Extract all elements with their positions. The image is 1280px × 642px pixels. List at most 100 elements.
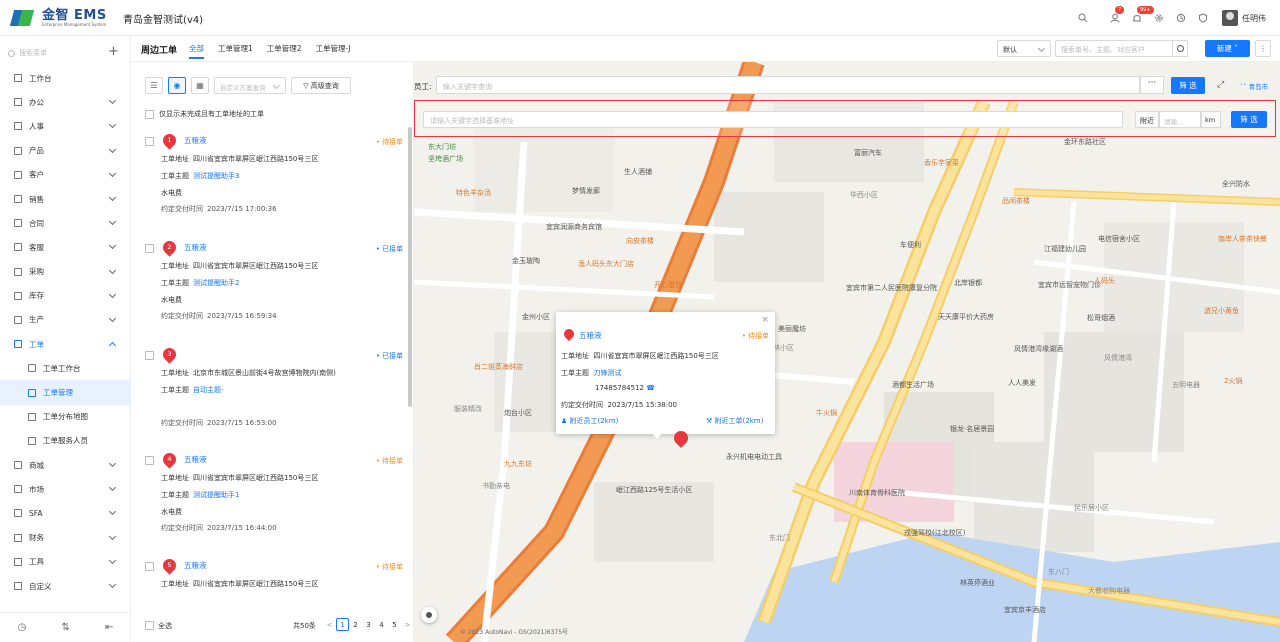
map-poi-label[interactable]: 风情港湾 (1104, 353, 1132, 363)
popup-customer-name[interactable]: 五粮液 (579, 330, 602, 341)
sidebar-item-workorder-staff[interactable]: 工单服务人员 (0, 429, 131, 453)
calendar-view-icon[interactable]: ▦ (191, 77, 209, 94)
next-page-button[interactable]: > (401, 618, 414, 631)
map-poi-label[interactable]: 东北门 (769, 533, 790, 543)
map-poi-label[interactable]: 华西小区 (850, 190, 878, 200)
tab-0[interactable]: 全部 (189, 43, 204, 59)
card-checkbox[interactable] (145, 456, 154, 465)
map-poi-label[interactable]: 金玉玻陶 (512, 256, 540, 266)
map-poi-label[interactable]: 酒都生活广场 (892, 380, 934, 390)
search-button[interactable] (1172, 40, 1188, 57)
tab-2[interactable]: 工单管理2 (267, 43, 302, 59)
logo[interactable]: 金智 EMS Enterprise Management System (9, 8, 107, 28)
page-4[interactable]: 4 (375, 618, 388, 631)
card-checkbox[interactable] (145, 244, 154, 253)
map-poi-label[interactable]: 坚垮酒广场 (428, 154, 463, 164)
map-poi-label[interactable]: 开心蛋饺 (654, 280, 682, 290)
sidebar-item-workorder[interactable]: 工单 (0, 332, 131, 356)
tune-icon[interactable]: ⇅ (61, 622, 69, 633)
employee-more-button[interactable]: ··· (1140, 76, 1164, 94)
order-search-input[interactable]: 搜索单号、主题、对应客户 (1055, 40, 1188, 57)
prev-page-button[interactable]: < (323, 618, 336, 631)
order-card[interactable]: 3 已接单工单地址北京市东城区景山前街4号故宫博物院内(南侧) 工单主题自动主题- 约… (131, 345, 407, 446)
sidebar-item-workbench[interactable]: 工作台 (0, 66, 131, 90)
sidebar-item-custom[interactable]: 自定义 (0, 574, 131, 598)
map-poi-label[interactable]: 透兄小黄鱼 (1204, 306, 1239, 316)
map-poi-label[interactable]: 肖二姐蒸海鲜店 (474, 362, 523, 372)
map-poi-label[interactable]: 书勤亲电 (482, 481, 510, 491)
map-poi-label[interactable]: 江福建幼儿园 (1044, 244, 1086, 254)
sort-select[interactable]: 默认 (997, 40, 1051, 57)
map-poi-label[interactable]: 永兴机电电动工具 (726, 452, 782, 462)
list-view-icon[interactable]: ☰ (145, 77, 163, 94)
map-poi-label[interactable]: 向皮茶楼 (626, 236, 654, 246)
map-poi-label[interactable]: 渔人码头东大门店 (578, 259, 634, 269)
map-poi-label[interactable]: 岷江西路125号生活小区 (616, 485, 692, 495)
advanced-query-button[interactable]: ▽ 高级查询 (291, 77, 351, 94)
page-2[interactable]: 2 (349, 618, 362, 631)
map-poi-label[interactable]: 南岸人茶茶快餐 (1218, 234, 1267, 244)
employee-input[interactable]: 输入关键字查询 (436, 76, 1140, 94)
map-poi-label[interactable]: 品闲茶楼 (1002, 196, 1030, 206)
sidebar-item-tools[interactable]: 工具 (0, 550, 131, 574)
locate-icon[interactable] (421, 607, 437, 623)
map-poi-label[interactable]: 东八门 (1048, 567, 1069, 577)
page-3[interactable]: 3 (362, 618, 375, 631)
sidebar-item-service[interactable]: 客服 (0, 235, 131, 259)
sidebar-item-sfa[interactable]: SFA (0, 501, 131, 525)
sidebar-item-hr[interactable]: 人事 (0, 114, 131, 138)
map-poi-label[interactable]: 富丽汽车 (854, 148, 882, 158)
close-icon[interactable]: × (761, 315, 769, 325)
sidebar-item-mall[interactable]: 商城 (0, 453, 131, 477)
customer-name[interactable]: 五粮液 (184, 454, 207, 465)
card-checkbox[interactable] (145, 351, 154, 360)
map-poi-label[interactable]: 风情港湾缘湖酒 (1014, 344, 1063, 354)
map-poi-label[interactable]: 天天康平价大药房 (938, 312, 994, 322)
popup-phone[interactable]: 17485784512 ☎ (595, 384, 655, 392)
menu-search-input[interactable]: 搜索菜单 (8, 46, 108, 60)
fullscreen-icon[interactable]: ⤢ (1217, 80, 1224, 90)
nearby-distance-input[interactable]: 请输... (1159, 111, 1201, 128)
page-1[interactable]: 1 (336, 618, 349, 631)
page-5[interactable]: 5 (388, 618, 401, 631)
nearby-orders-link[interactable]: ⚒ 附近工单(2km) (706, 416, 763, 426)
map-poi-label[interactable]: 美丽魔坊 (778, 324, 806, 334)
map-poi-label[interactable]: 戎强驾校(江北校区) (904, 528, 965, 538)
map-poi-label[interactable]: 2火锅 (1224, 376, 1242, 386)
sidebar-item-finance[interactable]: 财务 (0, 526, 131, 550)
contacts-icon[interactable]: 7 (1104, 6, 1126, 28)
map-poi-label[interactable]: 松哥烟酒 (1087, 313, 1115, 323)
sidebar-item-workorder-manage[interactable]: 工单管理 (0, 380, 131, 405)
sidebar-item-contract[interactable]: 合同 (0, 211, 131, 235)
map-area[interactable]: 东大门坊 坚垮酒广场 特色羊杂汤 梦情发廊 生人酒铺 富丽汽车 香乐芋家菜 华西小区 宜宾润源商… (414, 62, 1280, 642)
address-filter-button[interactable]: 筛 选 (1231, 111, 1267, 128)
order-card[interactable]: 4 五粮液 待接单工单地址四川省宜宾市翠屏区岷江西路150号三区工单主题测试提醒助手… (131, 450, 407, 551)
map-poi-label[interactable]: 五明电器 (1172, 380, 1200, 390)
map-poi-label[interactable]: 梦情发廊 (572, 186, 600, 196)
order-card[interactable]: 1 五粮液 待接单工单地址四川省宜宾市翠屏区岷江西路150号三区工单主题测试提醒助手… (131, 131, 407, 232)
order-card[interactable]: 2 五粮液 已接单工单地址四川省宜宾市翠屏区岷江西路150号三区工单主题测试提醒助手… (131, 238, 407, 339)
new-button[interactable]: 新建 ˅ (1205, 40, 1250, 57)
nearby-staff-link[interactable]: ♟ 附近员工(2km) (561, 416, 618, 426)
map-poi-label[interactable]: 林英停酒业 (960, 578, 995, 588)
more-options-button[interactable]: ⋮ (1255, 40, 1271, 57)
sidebar-item-sales[interactable]: 销售 (0, 187, 131, 211)
map-view-icon[interactable]: ◉ (168, 77, 186, 94)
sidebar-item-market[interactable]: 市场 (0, 477, 131, 501)
address-input[interactable]: 请输入关键字选择基准地址 (423, 111, 1123, 128)
card-checkbox[interactable] (145, 137, 154, 146)
map-poi-label[interactable]: 宜宾市第二人民医院康复分院 (846, 283, 937, 293)
sidebar-item-office[interactable]: 办公 (0, 90, 131, 114)
customer-name[interactable]: 五粮液 (184, 135, 207, 146)
sidebar-item-workorder-desk[interactable]: 工单工作台 (0, 356, 131, 380)
map-poi-label[interactable]: 人人美发 (1008, 378, 1036, 388)
checkbox[interactable] (145, 109, 154, 119)
history-icon[interactable]: ◷ (18, 622, 27, 633)
map-poi-label[interactable]: 民乐居小区 (1074, 503, 1109, 513)
sidebar-item-product[interactable]: 产品 (0, 139, 131, 163)
map-poi-label[interactable]: 电信宿舍小区 (1098, 234, 1140, 244)
city-select[interactable]: ˇˇ 青岛市 (1240, 81, 1268, 91)
shield-icon[interactable] (1192, 8, 1214, 28)
map-poi-label[interactable]: 香乐芋家菜 (924, 158, 959, 168)
list-scrollbar[interactable] (408, 127, 412, 407)
